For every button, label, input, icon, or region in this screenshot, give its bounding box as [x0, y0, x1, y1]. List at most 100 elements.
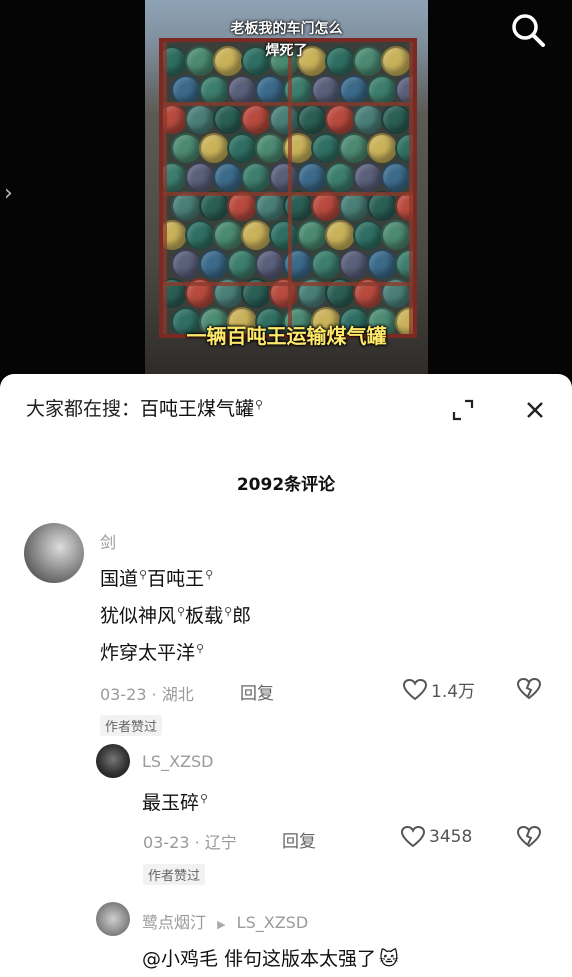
- gas-cylinder: [213, 162, 243, 192]
- comment-date-location: 03-23 · 湖北: [100, 685, 194, 704]
- gas-cylinder: [241, 162, 271, 192]
- gas-cylinder: [199, 133, 229, 163]
- search-keyword[interactable]: 板载: [185, 605, 223, 627]
- gas-cylinder: [255, 75, 285, 105]
- reply-button[interactable]: 回复: [240, 679, 274, 704]
- suggestion-keyword[interactable]: 百吨王煤气罐: [140, 398, 254, 420]
- gas-cylinder: [381, 220, 411, 250]
- gas-cylinder: [353, 162, 383, 192]
- gas-cylinder: [269, 220, 299, 250]
- like-button[interactable]: 1.4万: [402, 677, 475, 702]
- like-button[interactable]: 3458: [400, 825, 472, 849]
- author-liked-badge: 作者赞过: [100, 715, 163, 736]
- comment-text-line: @小鸡毛 俳句这版本太强了 🐱: [142, 944, 399, 971]
- gas-cylinder: [255, 133, 285, 163]
- gas-cylinder: [367, 249, 397, 279]
- gas-cylinder: [185, 220, 215, 250]
- reply-author[interactable]: 鹭点烟汀: [142, 913, 206, 932]
- gas-cylinder: [297, 104, 327, 134]
- comment-count: 2092条评论: [236, 475, 336, 495]
- gas-cylinder: [395, 75, 413, 105]
- gas-cylinder: [395, 133, 413, 163]
- gas-cylinder: [339, 133, 369, 163]
- gas-cylinder: [171, 133, 201, 163]
- gas-cylinder: [213, 220, 243, 250]
- truck-cylinders-image: [159, 38, 417, 338]
- gas-cylinder: [381, 104, 411, 134]
- gas-cylinder: [185, 104, 215, 134]
- gas-cylinder: [227, 249, 257, 279]
- gas-cylinder: [339, 75, 369, 105]
- gas-cylinder: [199, 75, 229, 105]
- truck-post: [409, 42, 413, 334]
- gas-cylinder: [171, 75, 201, 105]
- search-keyword[interactable]: 国道: [100, 568, 138, 590]
- comment-text-line: 犹似神风⚲板载⚲郎: [100, 601, 251, 628]
- comment-author-name[interactable]: LS_XZSD: [142, 752, 213, 771]
- gas-cylinder: [353, 104, 383, 134]
- gas-cylinder: [255, 249, 285, 279]
- cat-emoji-icon: 🐱: [379, 948, 399, 970]
- gas-cylinder: [367, 133, 397, 163]
- close-icon[interactable]: [515, 392, 555, 428]
- broken-heart-icon[interactable]: [515, 825, 543, 853]
- gas-cylinder: [297, 162, 327, 192]
- gas-cylinder: [325, 104, 355, 134]
- comment-sheet: 大家都在搜：百吨王煤气罐⚲ 2092条评论 剑 国道⚲百吨王⚲ 犹似神风⚲板载⚲…: [0, 374, 572, 977]
- gas-cylinder: [199, 249, 229, 279]
- gas-cylinder: [381, 162, 411, 192]
- video-caption-top: 老板我的车门怎么 焊死了: [230, 21, 343, 59]
- gas-cylinder: [311, 133, 341, 163]
- search-mini-icon: ⚲: [205, 567, 214, 581]
- comment-author-name[interactable]: 剑: [100, 529, 116, 553]
- comment-text-line: 国道⚲百吨王⚲: [100, 564, 213, 591]
- gas-cylinder: [339, 249, 369, 279]
- avatar[interactable]: [96, 902, 130, 936]
- search-keyword[interactable]: 炸穿太平洋: [100, 642, 195, 664]
- search-suggestion[interactable]: 大家都在搜：百吨王煤气罐⚲: [26, 394, 263, 424]
- expand-icon[interactable]: [443, 392, 483, 428]
- author-liked-badge: 作者赞过: [143, 864, 206, 885]
- gas-cylinder: [353, 220, 383, 250]
- gas-cylinder: [395, 249, 413, 279]
- chevron-right-icon[interactable]: ›: [4, 182, 24, 206]
- video-frame: 老板我的车门怎么 焊死了 一辆百吨王运输煤气罐: [145, 0, 428, 376]
- gas-cylinder: [171, 249, 201, 279]
- video-caption-bottom: 一辆百吨王运输煤气罐: [186, 324, 387, 348]
- gas-cylinder: [325, 162, 355, 192]
- avatar[interactable]: [24, 523, 84, 583]
- gas-cylinder: [297, 220, 327, 250]
- reply-arrow-icon: ▶: [217, 918, 226, 931]
- search-keyword[interactable]: 犹似神风: [100, 605, 176, 627]
- search-mini-icon: ⚲: [200, 791, 209, 805]
- search-mini-icon: ⚲: [255, 397, 264, 411]
- search-mini-icon: ⚲: [177, 604, 186, 618]
- truck-post: [288, 42, 292, 334]
- search-keyword[interactable]: 百吨王: [147, 568, 204, 590]
- gas-cylinder: [227, 75, 257, 105]
- gas-cylinder: [311, 249, 341, 279]
- search-mini-icon: ⚲: [139, 567, 148, 581]
- gas-cylinder: [213, 104, 243, 134]
- reply-button[interactable]: 回复: [282, 827, 316, 852]
- heart-icon: [402, 678, 428, 700]
- search-mini-icon: ⚲: [224, 604, 233, 618]
- gas-cylinder: [227, 133, 257, 163]
- gas-cylinder: [269, 162, 299, 192]
- truck-post: [163, 42, 167, 334]
- like-count: 3458: [429, 827, 473, 847]
- avatar[interactable]: [96, 744, 130, 778]
- gas-cylinder: [367, 75, 397, 105]
- video-player[interactable]: 老板我的车门怎么 焊死了 一辆百吨王运输煤气罐 ›: [0, 0, 572, 376]
- search-icon[interactable]: [508, 10, 548, 50]
- comment-text-line: 炸穿太平洋⚲: [100, 638, 204, 665]
- search-keyword[interactable]: 最玉碎: [142, 792, 199, 814]
- comment-text-line: 最玉碎⚲: [142, 788, 208, 815]
- heart-icon: [400, 825, 426, 848]
- broken-heart-icon[interactable]: [515, 677, 543, 705]
- gas-cylinder: [325, 220, 355, 250]
- suggestion-prefix: 大家都在搜：: [26, 398, 141, 420]
- reply-target[interactable]: LS_XZSD: [237, 913, 308, 932]
- comment-author-name[interactable]: 鹭点烟汀 ▶ LS_XZSD: [142, 909, 308, 933]
- gas-cylinder: [241, 104, 271, 134]
